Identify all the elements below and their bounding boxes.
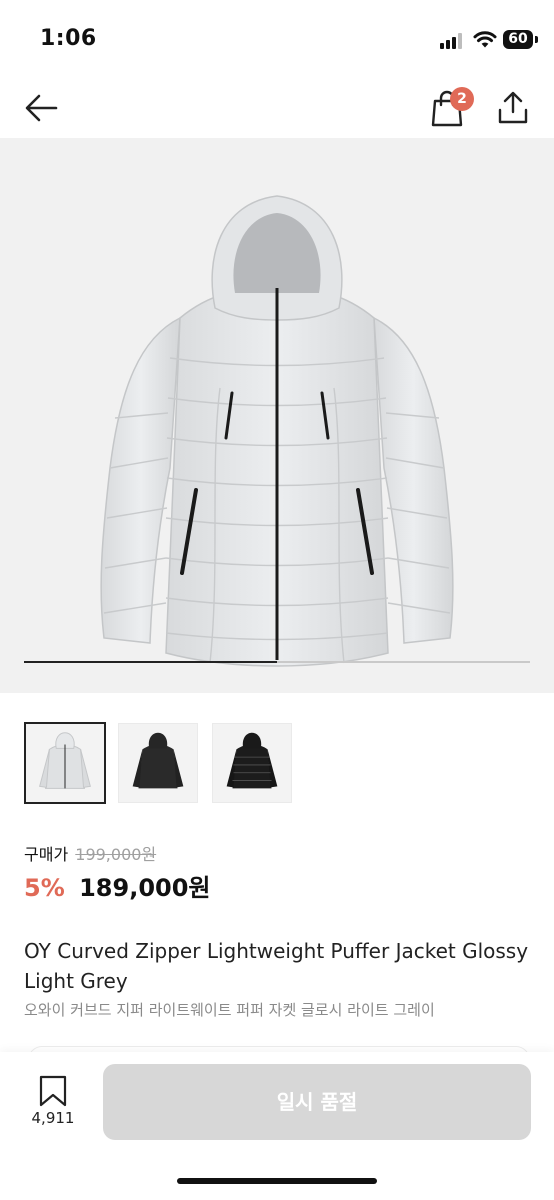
nav-bar [0, 80, 554, 138]
discount-rate: 5% [24, 874, 65, 902]
back-button[interactable] [20, 88, 62, 128]
home-indicator [177, 1178, 377, 1184]
price-row: 5% 189,000원 [24, 868, 211, 903]
product-image [100, 195, 454, 667]
bookmark-count: 4,911 [31, 1109, 75, 1127]
bookmark-button[interactable]: 4,911 [28, 1074, 78, 1134]
product-title-korean: 오와이 커브드 지퍼 라이트웨이트 퍼퍼 자켓 글로시 라이트 그레이 [24, 1001, 435, 1019]
status-time: 1:06 [40, 26, 97, 51]
back-arrow-icon [25, 94, 58, 122]
carousel-progress-track [24, 661, 530, 663]
wifi-icon [473, 31, 497, 48]
cart-count-badge: 2 [450, 87, 474, 111]
sale-price: 189,000원 [79, 874, 211, 902]
share-button[interactable] [494, 88, 532, 128]
status-bar: 1:06 60 [0, 0, 554, 80]
product-title-english: OY Curved Zipper Lightweight Puffer Jack… [24, 939, 529, 993]
jacket-thumbnail-image [132, 732, 184, 789]
original-price: 199,000원 [75, 845, 157, 864]
carousel-progress-fill [24, 661, 277, 663]
jacket-thumbnail-image [226, 732, 278, 789]
battery-level: 60 [508, 31, 528, 47]
thumbnail-black-matte[interactable] [118, 723, 198, 803]
share-icon [498, 91, 528, 124]
battery-icon: 60 [503, 30, 533, 49]
product-image-carousel[interactable] [0, 138, 554, 693]
jacket-thumbnail-image [39, 732, 91, 789]
sold-out-button[interactable]: 일시 품절 [103, 1064, 531, 1140]
battery-cap [535, 36, 538, 43]
bookmark-icon [39, 1075, 67, 1107]
price-label-row: 구매가 199,000원 [24, 841, 156, 865]
thumbnail-light-grey[interactable] [24, 722, 106, 804]
price-label: 구매가 [24, 845, 69, 864]
signal-icon [440, 33, 464, 49]
thumbnail-black-glossy[interactable] [212, 723, 292, 803]
